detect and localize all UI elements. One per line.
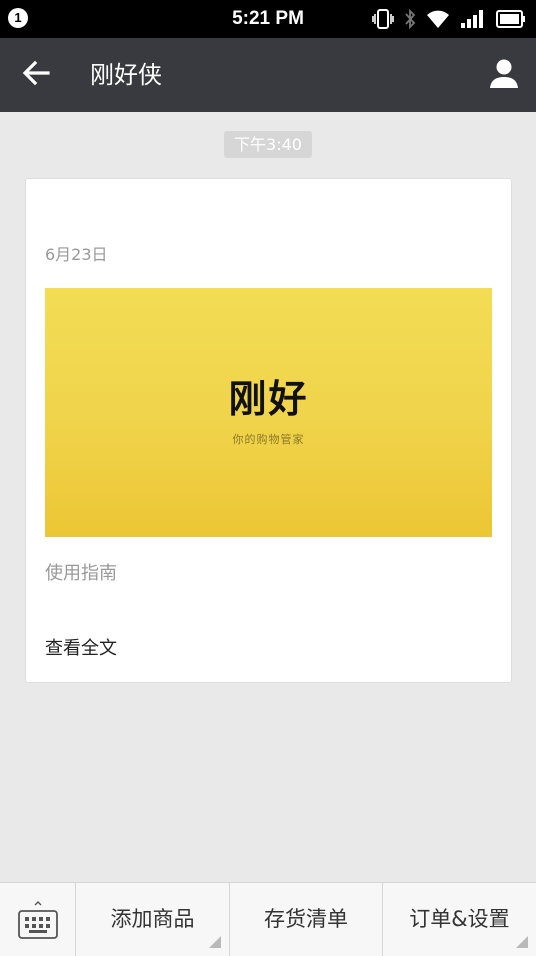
article-description: 使用指南 [45,563,117,584]
menu-add-product-label: 添加商品 [110,907,195,931]
signal-icon [460,9,486,29]
vibrate-icon [372,9,394,29]
person-icon [488,57,520,93]
status-icons [372,8,526,30]
bottom-menu-bar: 添加商品 存货清单 订单&设置 [0,882,536,956]
bluetooth-icon [404,9,416,29]
page-title: 刚好侠 [90,61,162,89]
cover-subtitle: 你的购物管家 [232,433,305,446]
status-bar: 1 5:21 PM [0,0,536,38]
battery-icon [496,9,526,29]
message-timestamp: 下午3:40 [224,131,312,158]
menu-add-product[interactable]: 添加商品 [76,883,230,956]
article-card[interactable]: 6月23日 刚好 你的购物管家 使用指南 查看全文 [25,178,512,683]
menu-orders-settings[interactable]: 订单&设置 [383,883,536,956]
wifi-icon [426,9,450,29]
cover-title: 刚好 [228,376,309,421]
arrow-left-icon [22,60,50,90]
menu-inventory-list[interactable]: 存货清单 [230,883,383,956]
profile-button[interactable] [480,52,528,98]
article-cover-image: 刚好 你的购物管家 [45,288,492,537]
article-date: 6月23日 [45,245,108,264]
menu-inventory-list-label: 存货清单 [264,907,348,931]
keyboard-icon [16,899,60,947]
keyboard-toggle-button[interactable] [0,883,76,956]
back-button[interactable] [12,52,60,98]
menu-orders-settings-label: 订单&设置 [409,907,510,931]
submenu-indicator-icon [209,936,221,948]
read-full-article-link[interactable]: 查看全文 [45,637,117,661]
submenu-indicator-icon [516,936,528,948]
title-bar: 刚好侠 [0,38,536,112]
